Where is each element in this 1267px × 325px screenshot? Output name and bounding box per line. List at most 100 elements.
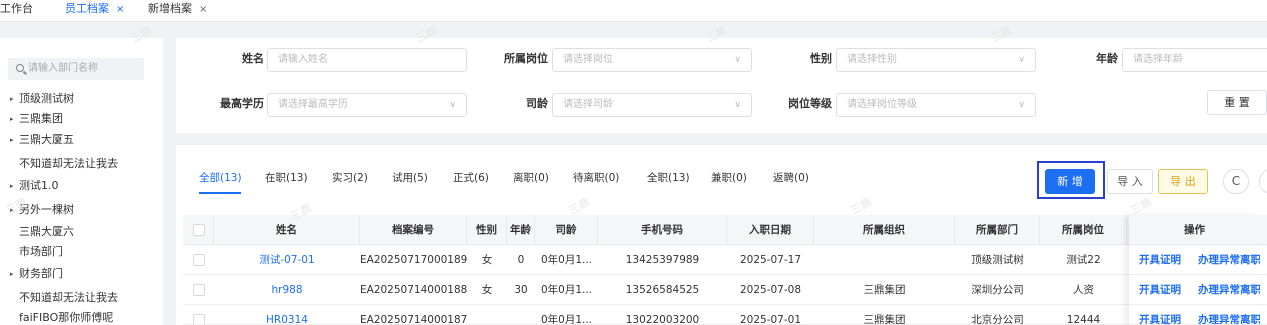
operations-column: 操作 开具证明 办理异常离职 开具证明 办理异常离职 开具证明 办理异常离职 bbox=[1129, 215, 1260, 325]
column-header: 入职日期 bbox=[727, 215, 814, 245]
select-placeholder: 请选择岗位等级 bbox=[847, 99, 917, 110]
more-button[interactable] bbox=[1259, 169, 1267, 194]
status-tab-formal[interactable]: 正式(6) bbox=[453, 170, 489, 185]
tab-label: 新增档案 bbox=[148, 2, 192, 15]
tree-node-label: 三鼎大厦六 bbox=[19, 225, 74, 238]
post-select[interactable]: 请选择岗位 ∨ bbox=[552, 48, 752, 72]
export-button[interactable]: 导 出 bbox=[1158, 169, 1208, 194]
level-filter-label: 岗位等级 bbox=[788, 97, 832, 110]
search-placeholder: 请输入部门名称 bbox=[28, 63, 98, 74]
department-search-input[interactable]: 请输入部门名称 bbox=[8, 58, 144, 80]
column-header: 所属部门 bbox=[955, 215, 1040, 245]
gender-select[interactable]: 请选择性别 ∨ bbox=[836, 48, 1036, 72]
status-tab-fulltime[interactable]: 全职(13) bbox=[647, 170, 690, 185]
column-header: 手机号码 bbox=[598, 215, 727, 245]
status-tab-parttime[interactable]: 兼职(0) bbox=[711, 170, 747, 185]
abnormal-resign-link[interactable]: 办理异常离职 bbox=[1198, 275, 1260, 304]
tree-node-label: 不知道却无法让我去 bbox=[19, 157, 118, 170]
caret-right-icon[interactable]: ▸ bbox=[10, 264, 14, 284]
caret-right-icon[interactable]: ▸ bbox=[10, 89, 14, 109]
caret-right-icon[interactable]: ▸ bbox=[10, 130, 14, 150]
post-filter-label: 所属岗位 bbox=[504, 52, 548, 65]
abnormal-resign-link[interactable]: 办理异常离职 bbox=[1198, 305, 1260, 324]
chevron-down-icon: ∨ bbox=[1018, 55, 1025, 65]
tree-node-label: faiFIBO那你师傅呢 bbox=[19, 311, 114, 324]
column-header: 所属组织 bbox=[814, 215, 955, 245]
archive-number: EA20250717000189 bbox=[360, 254, 467, 266]
tree-node-label: 财务部门 bbox=[19, 267, 63, 280]
tree-node-label: 三鼎大厦五 bbox=[19, 133, 74, 146]
status-tab-probation[interactable]: 试用(5) bbox=[392, 170, 428, 185]
column-header: 年龄 bbox=[507, 215, 535, 245]
gender bbox=[467, 305, 507, 324]
close-icon[interactable]: × bbox=[199, 4, 207, 15]
table-row[interactable]: hr988 EA20250714000188 女 30 0年0月1... 135… bbox=[183, 275, 1267, 305]
education-select[interactable]: 请选择最高学历 ∨ bbox=[267, 93, 467, 117]
name-filter-label: 姓名 bbox=[242, 52, 264, 65]
department: 顶级测试树 bbox=[971, 254, 1024, 266]
status-tab-all[interactable]: 全部(13) bbox=[199, 170, 242, 185]
age: 30 bbox=[514, 284, 528, 296]
abnormal-resign-link[interactable]: 办理异常离职 bbox=[1198, 245, 1260, 274]
employee-name-link[interactable]: hr988 bbox=[214, 275, 360, 305]
tab-label: 员工档案 bbox=[65, 2, 109, 15]
seniority-filter-label: 司龄 bbox=[526, 97, 548, 110]
post: 人资 bbox=[1073, 284, 1094, 296]
tab-employee-archive[interactable]: 员工档案 × bbox=[65, 0, 124, 22]
table-row[interactable]: HR0314 EA20250714000187 0年0月1... 1302200… bbox=[183, 305, 1267, 325]
phone: 13425397989 bbox=[625, 254, 700, 266]
department: 北京分公司 bbox=[971, 314, 1024, 325]
row-checkbox[interactable] bbox=[193, 254, 205, 266]
seniority-select[interactable]: 请选择司龄 ∨ bbox=[552, 93, 752, 117]
issue-certificate-link[interactable]: 开具证明 bbox=[1139, 305, 1181, 324]
hire-date: 2025-07-08 bbox=[739, 284, 802, 296]
select-placeholder: 请选择性别 bbox=[847, 54, 897, 65]
status-tab-intern[interactable]: 实习(2) bbox=[332, 170, 368, 185]
tree-node-label: 顶级测试树 bbox=[19, 92, 74, 105]
active-tab-indicator bbox=[199, 192, 241, 194]
age: 0 bbox=[517, 254, 525, 266]
issue-certificate-link[interactable]: 开具证明 bbox=[1139, 275, 1181, 304]
seniority: 0年0月1... bbox=[540, 254, 593, 266]
status-tab-pending-resign[interactable]: 待离职(0) bbox=[573, 170, 619, 185]
age-select[interactable]: 请选择年龄 bbox=[1122, 48, 1267, 72]
select-placeholder: 请选择最高学历 bbox=[278, 99, 348, 110]
search-icon bbox=[16, 64, 24, 72]
gender: 女 bbox=[481, 284, 493, 296]
department-sidebar: 请输入部门名称 ▸ 顶级测试树 ▸ 三鼎集团 ▸ 三鼎大厦五 不知道却无法让我去 ▸ 测… bbox=[0, 38, 163, 325]
caret-right-icon[interactable]: ▸ bbox=[10, 176, 14, 196]
status-tab-rehired[interactable]: 返聘(0) bbox=[773, 170, 809, 185]
archive-number: EA20250714000187 bbox=[360, 314, 467, 325]
operations-cell: 开具证明 办理异常离职 bbox=[1129, 305, 1260, 325]
status-tab-active[interactable]: 在职(13) bbox=[265, 170, 308, 185]
tab-workbench[interactable]: 工作台 bbox=[0, 0, 33, 22]
issue-certificate-link[interactable]: 开具证明 bbox=[1139, 245, 1181, 274]
name-input[interactable]: 请输入姓名 bbox=[267, 48, 467, 72]
level-select[interactable]: 请选择岗位等级 ∨ bbox=[836, 93, 1036, 117]
seniority: 0年0月1... bbox=[540, 314, 593, 325]
status-tab-resigned[interactable]: 离职(0) bbox=[513, 170, 549, 185]
import-button[interactable]: 导 入 bbox=[1107, 169, 1153, 194]
organization: 三鼎集团 bbox=[863, 284, 906, 296]
refresh-icon[interactable]: C bbox=[1223, 169, 1249, 194]
post: 12444 bbox=[1066, 314, 1101, 325]
employee-name-link[interactable]: 测试-07-01 bbox=[214, 245, 360, 275]
tab-new-archive[interactable]: 新增档案 × bbox=[148, 0, 207, 22]
reset-button[interactable]: 重 置 bbox=[1207, 90, 1267, 115]
add-button[interactable]: 新 增 bbox=[1045, 169, 1095, 194]
table-row[interactable]: 测试-07-01 EA20250717000189 女 0 0年0月1... 1… bbox=[183, 245, 1267, 275]
tab-label: 工作台 bbox=[0, 2, 33, 15]
row-checkbox[interactable] bbox=[193, 284, 205, 296]
close-icon[interactable]: × bbox=[116, 4, 124, 15]
caret-right-icon[interactable]: ▸ bbox=[10, 109, 14, 129]
gender-filter-label: 性别 bbox=[810, 52, 832, 65]
select-all-checkbox[interactable] bbox=[193, 224, 205, 236]
employee-name-link[interactable]: HR0314 bbox=[214, 305, 360, 324]
row-checkbox[interactable] bbox=[193, 314, 205, 324]
phone: 13526584525 bbox=[625, 284, 700, 296]
tab-bar: 工作台 员工档案 × 新增档案 × bbox=[0, 0, 1267, 22]
chevron-down-icon: ∨ bbox=[1018, 100, 1025, 110]
organization bbox=[814, 245, 955, 275]
operations-cell: 开具证明 办理异常离职 bbox=[1129, 275, 1260, 305]
phone: 13022003200 bbox=[625, 314, 700, 325]
